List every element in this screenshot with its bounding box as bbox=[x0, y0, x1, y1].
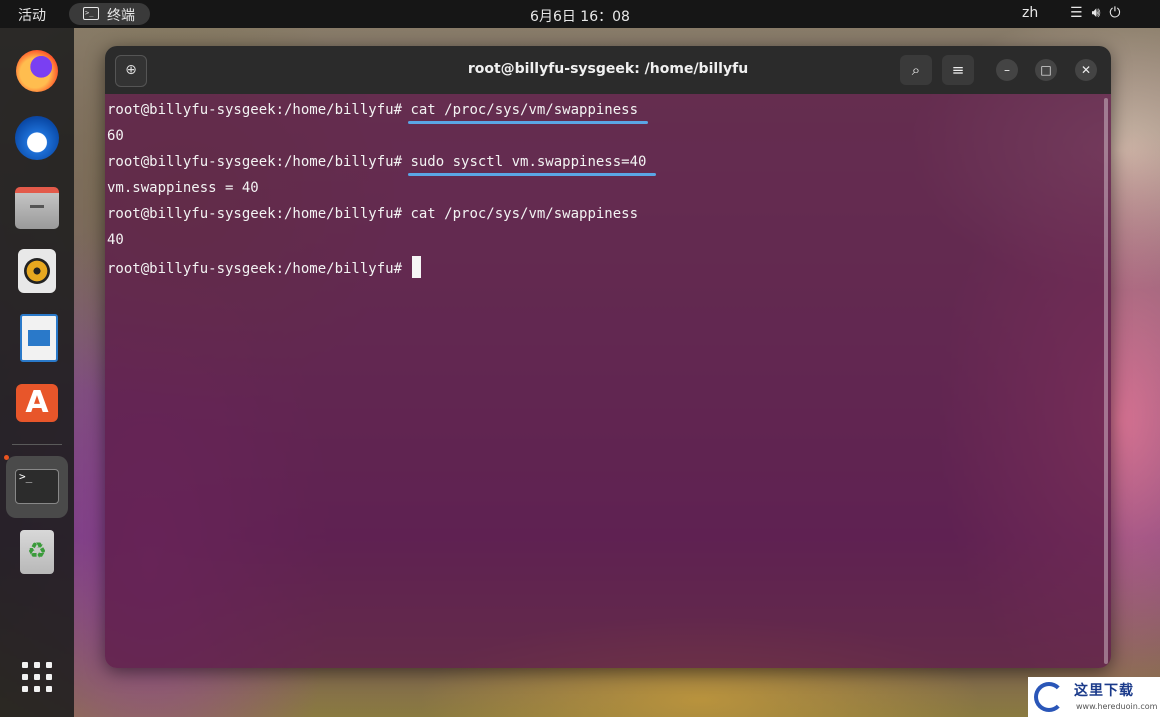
command-output: 40 bbox=[107, 232, 124, 248]
watermark: 这里下载 www.hereduoin.com bbox=[1028, 677, 1160, 717]
dock-separator bbox=[12, 444, 62, 445]
text-cursor bbox=[412, 256, 422, 278]
shell-prompt: root@billyfu-sysgeek:/home/billyfu# bbox=[107, 261, 411, 277]
thunderbird-icon bbox=[15, 116, 59, 160]
clock-container: 6月6日 16：08 bbox=[0, 6, 1160, 26]
shell-command: sudo sysctl vm.swappiness=40 bbox=[410, 154, 647, 170]
dock-item-writer[interactable] bbox=[12, 312, 62, 362]
dock-item-software[interactable]: A bbox=[12, 378, 62, 428]
shell-command: cat /proc/sys/vm/swappiness bbox=[410, 206, 639, 222]
terminal-icon: >_ bbox=[15, 469, 59, 504]
terminal-line: vm.swappiness = 40 bbox=[107, 178, 646, 204]
hamburger-menu-button[interactable]: ≡ bbox=[942, 55, 974, 85]
terminal-line: root@billyfu-sysgeek:/home/billyfu# cat … bbox=[107, 204, 646, 230]
watermark-url: www.hereduoin.com bbox=[1076, 702, 1158, 711]
terminal-line: root@billyfu-sysgeek:/home/billyfu# cat … bbox=[107, 100, 646, 126]
top-bar: 活动 >_ 终端 6月6日 16：08 zh ☰ 🔊︎ ⏻ bbox=[0, 0, 1160, 28]
minimize-button[interactable]: – bbox=[996, 59, 1018, 81]
search-button[interactable]: ⌕ bbox=[900, 55, 932, 85]
maximize-button[interactable]: □ bbox=[1035, 59, 1057, 81]
dock-item-rhythmbox[interactable] bbox=[12, 246, 62, 296]
scrollbar[interactable] bbox=[1104, 98, 1108, 664]
software-store-icon: A bbox=[16, 384, 58, 422]
terminal-icon: >_ bbox=[83, 7, 99, 20]
dock: A >_ ♻ bbox=[0, 28, 74, 717]
shell-command: cat /proc/sys/vm/swappiness bbox=[410, 102, 639, 118]
dock-item-thunderbird[interactable] bbox=[12, 112, 62, 162]
dock-item-files[interactable] bbox=[12, 178, 62, 229]
terminal-line: root@billyfu-sysgeek:/home/billyfu# sudo… bbox=[107, 152, 646, 178]
terminal-content[interactable]: root@billyfu-sysgeek:/home/billyfu# cat … bbox=[105, 94, 1111, 668]
shell-prompt: root@billyfu-sysgeek:/home/billyfu# bbox=[107, 206, 411, 222]
trash-icon: ♻ bbox=[20, 530, 54, 574]
close-button[interactable]: ✕ bbox=[1075, 59, 1097, 81]
writer-icon bbox=[20, 314, 58, 362]
dock-item-terminal[interactable]: >_ bbox=[6, 456, 68, 518]
show-apps-icon[interactable] bbox=[22, 662, 52, 692]
shell-prompt: root@billyfu-sysgeek:/home/billyfu# bbox=[107, 154, 411, 170]
terminal-window[interactable]: ⊕ root@billyfu-sysgeek: /home/billyfu ⌕ … bbox=[105, 46, 1111, 668]
system-tray[interactable]: ☰ 🔊︎ ⏻ bbox=[1070, 5, 1129, 21]
terminal-line: 60 bbox=[107, 126, 646, 152]
app-menu-button[interactable]: >_ 终端 bbox=[69, 3, 150, 25]
running-indicator bbox=[4, 455, 9, 460]
volume-icon[interactable]: 🔊︎ bbox=[1092, 5, 1101, 21]
watermark-logo-icon bbox=[1034, 682, 1064, 712]
watermark-text: 这里下载 bbox=[1074, 683, 1134, 699]
activities-button[interactable]: 活动 bbox=[18, 5, 46, 25]
app-menu-label: 终端 bbox=[107, 8, 135, 24]
shell-prompt: root@billyfu-sysgeek:/home/billyfu# bbox=[107, 102, 411, 118]
dock-item-trash[interactable]: ♻ bbox=[12, 528, 62, 578]
input-method-button[interactable]: zh bbox=[1022, 5, 1038, 21]
terminal-line: root@billyfu-sysgeek:/home/billyfu# bbox=[107, 256, 646, 282]
terminal-line: 40 bbox=[107, 230, 646, 256]
network-icon[interactable]: ☰ bbox=[1070, 5, 1083, 21]
firefox-icon bbox=[16, 50, 58, 92]
terminal-output: root@billyfu-sysgeek:/home/billyfu# cat … bbox=[107, 100, 646, 282]
title-bar[interactable]: ⊕ root@billyfu-sysgeek: /home/billyfu ⌕ … bbox=[105, 46, 1111, 94]
rhythmbox-icon bbox=[18, 249, 56, 293]
command-output: 60 bbox=[107, 128, 124, 144]
command-output: vm.swappiness = 40 bbox=[107, 180, 259, 196]
dock-item-firefox[interactable] bbox=[12, 46, 62, 96]
files-icon bbox=[15, 187, 59, 229]
clock-button[interactable]: 6月6日 16：08 bbox=[530, 9, 630, 25]
power-icon[interactable]: ⏻ bbox=[1109, 5, 1120, 21]
